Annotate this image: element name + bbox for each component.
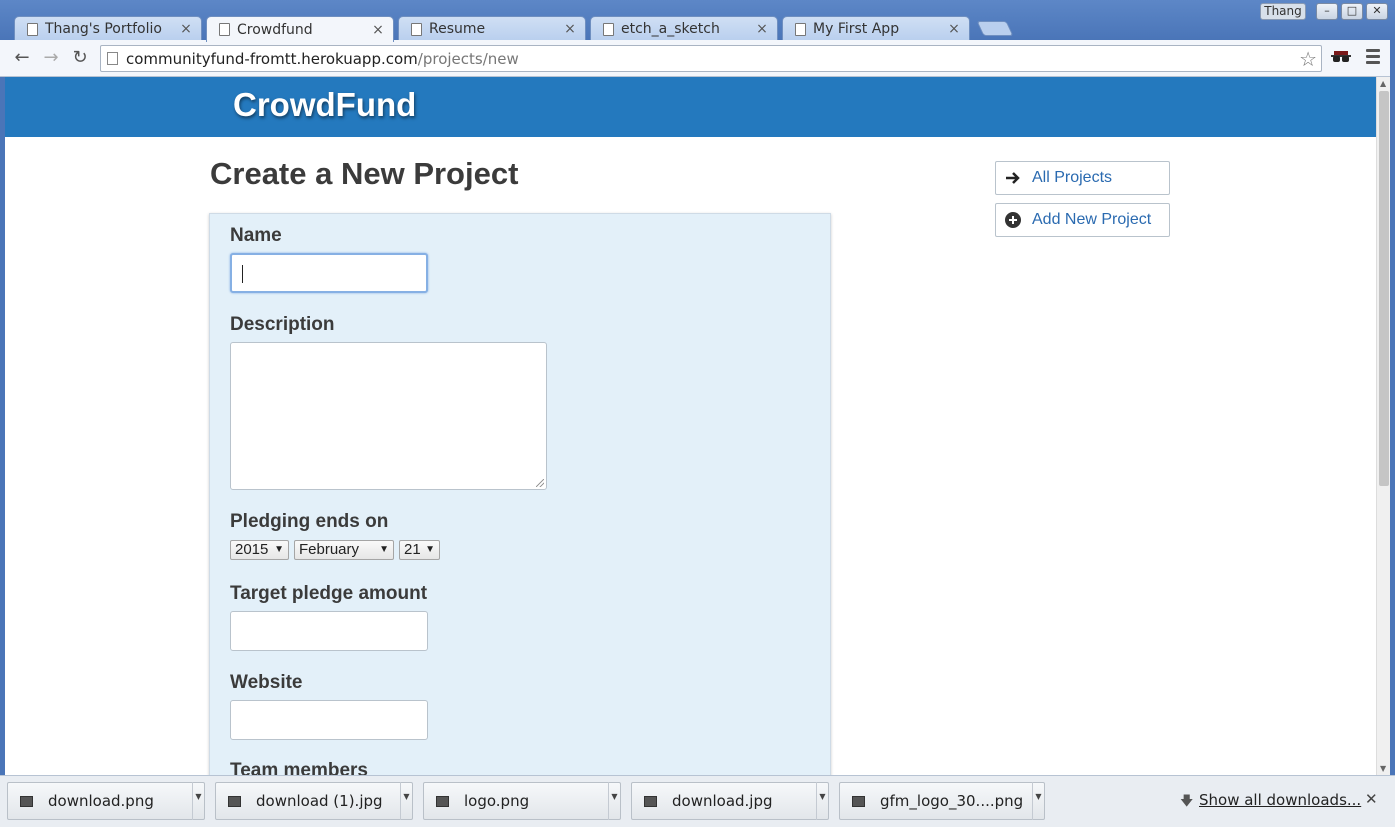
download-filename: download.jpg — [672, 792, 773, 810]
chevron-down-icon[interactable]: ▼ — [192, 782, 204, 820]
file-icon — [644, 795, 657, 807]
tab-title: etch_a_sketch — [621, 21, 720, 37]
close-icon[interactable]: × — [371, 22, 385, 38]
downloads-bar: download.png ▼ download (1).jpg ▼ logo.p… — [0, 775, 1395, 827]
tab-title: Resume — [429, 21, 486, 37]
download-item[interactable]: download.png ▼ — [7, 782, 205, 820]
tab-resume[interactable]: Resume × — [398, 16, 586, 41]
incognito-glasses-icon[interactable] — [1331, 51, 1351, 65]
name-label: Name — [230, 225, 282, 246]
close-icon[interactable]: × — [563, 21, 577, 37]
window-frame-right — [1390, 40, 1395, 827]
download-filename: download.png — [48, 792, 154, 810]
file-icon — [436, 795, 449, 807]
close-icon[interactable]: × — [755, 21, 769, 37]
tab-thangs-portfolio[interactable]: Thang's Portfolio × — [14, 16, 202, 41]
download-arrow-icon: 🡇 — [1180, 794, 1194, 809]
download-item[interactable]: download.jpg ▼ — [631, 782, 829, 820]
address-bar[interactable]: communityfund-fromtt.herokuapp.com /proj… — [100, 45, 1322, 72]
scroll-up-icon[interactable]: ▲ — [1380, 79, 1386, 88]
file-icon — [228, 795, 241, 807]
download-item[interactable]: logo.png ▼ — [423, 782, 621, 820]
url-host: communityfund-fromtt.herokuapp.com — [126, 49, 418, 68]
bookmark-star-icon[interactable]: ☆ — [1299, 47, 1317, 71]
description-label: Description — [230, 314, 335, 335]
show-all-downloads-link[interactable]: Show all downloads... — [1199, 791, 1361, 809]
chevron-down-icon[interactable]: ▼ — [400, 782, 412, 820]
all-projects-label: All Projects — [1032, 169, 1113, 186]
website-label: Website — [230, 672, 303, 693]
add-new-project-label: Add New Project — [1032, 211, 1152, 228]
page-icon — [27, 22, 38, 36]
minimize-button[interactable]: – — [1316, 3, 1338, 20]
resize-grip-icon[interactable] — [536, 479, 544, 487]
close-icon[interactable]: × — [179, 21, 193, 37]
chevron-down-icon[interactable]: ▼ — [608, 782, 620, 820]
file-icon — [20, 795, 33, 807]
dropdown-arrow-icon: ▼ — [425, 544, 435, 555]
page-icon — [107, 52, 118, 65]
pledge-day-select[interactable]: 21 ▼ — [399, 540, 440, 560]
page-icon — [603, 22, 614, 36]
maximize-button[interactable]: □ — [1341, 3, 1363, 20]
tab-etch-a-sketch[interactable]: etch_a_sketch × — [590, 16, 778, 41]
team-members-label: Team members — [230, 760, 368, 775]
pledge-year-select[interactable]: 2015 ▼ — [230, 540, 289, 560]
arrow-right-icon — [1004, 171, 1022, 185]
close-icon[interactable]: ✕ — [1365, 790, 1378, 808]
plus-circle-icon — [1004, 212, 1022, 228]
dropdown-arrow-icon: ▼ — [274, 544, 284, 555]
tab-title: Thang's Portfolio — [45, 21, 162, 37]
pledge-month-select[interactable]: February ▼ — [294, 540, 394, 560]
tab-my-first-app[interactable]: My First App × — [782, 16, 970, 41]
page-viewport: CrowdFund Create a New Project Name Desc… — [5, 77, 1376, 775]
page-icon — [411, 22, 422, 36]
description-textarea[interactable] — [230, 342, 547, 490]
scroll-down-icon[interactable]: ▼ — [1380, 764, 1386, 773]
page-icon — [795, 22, 806, 36]
page-icon — [219, 23, 230, 36]
download-item[interactable]: gfm_logo_30....png ▼ — [839, 782, 1045, 820]
pledge-year-value: 2015 — [235, 541, 269, 558]
page-title: Create a New Project — [210, 156, 519, 191]
add-new-project-button[interactable]: Add New Project — [995, 203, 1170, 237]
download-filename: download (1).jpg — [256, 792, 383, 810]
all-projects-button[interactable]: All Projects — [995, 161, 1170, 195]
forward-button[interactable]: → — [40, 48, 62, 70]
pledge-end-label: Pledging ends on — [230, 511, 389, 532]
browser-toolbar: ← → ↻ communityfund-fromtt.herokuapp.com… — [0, 40, 1395, 77]
reload-button[interactable]: ↻ — [69, 48, 91, 70]
scrollbar-thumb[interactable] — [1379, 91, 1389, 486]
new-tab-button[interactable] — [976, 21, 1014, 36]
target-pledge-label: Target pledge amount — [230, 583, 428, 604]
name-input[interactable] — [230, 253, 428, 293]
profile-button[interactable]: Thang — [1260, 3, 1306, 20]
chevron-down-icon[interactable]: ▼ — [1032, 782, 1044, 820]
file-icon — [852, 795, 865, 807]
page-scrollbar[interactable]: ▲ ▼ — [1376, 77, 1390, 775]
tab-title: My First App — [813, 21, 900, 37]
download-item[interactable]: download (1).jpg ▼ — [215, 782, 413, 820]
chevron-down-icon[interactable]: ▼ — [816, 782, 828, 820]
pledge-day-value: 21 — [404, 541, 421, 558]
pledge-month-value: February — [299, 541, 360, 558]
tab-crowdfund[interactable]: Crowdfund × — [206, 16, 394, 42]
back-button[interactable]: ← — [11, 48, 33, 70]
site-header: CrowdFund — [5, 77, 1376, 137]
site-logo[interactable]: CrowdFund — [233, 86, 416, 124]
url-path: /projects/new — [417, 49, 519, 68]
window-close-button[interactable]: ✕ — [1366, 3, 1388, 20]
menu-icon[interactable] — [1366, 49, 1380, 65]
target-pledge-input[interactable] — [230, 611, 428, 651]
download-filename: gfm_logo_30....png — [880, 792, 1024, 810]
website-input[interactable] — [230, 700, 428, 740]
close-icon[interactable]: × — [947, 21, 961, 37]
tab-title: Crowdfund — [237, 21, 313, 38]
text-caret — [242, 265, 243, 283]
download-filename: logo.png — [464, 792, 530, 810]
project-form: Name Description Pledging ends on 2015 ▼… — [209, 213, 831, 775]
dropdown-arrow-icon: ▼ — [379, 544, 389, 555]
